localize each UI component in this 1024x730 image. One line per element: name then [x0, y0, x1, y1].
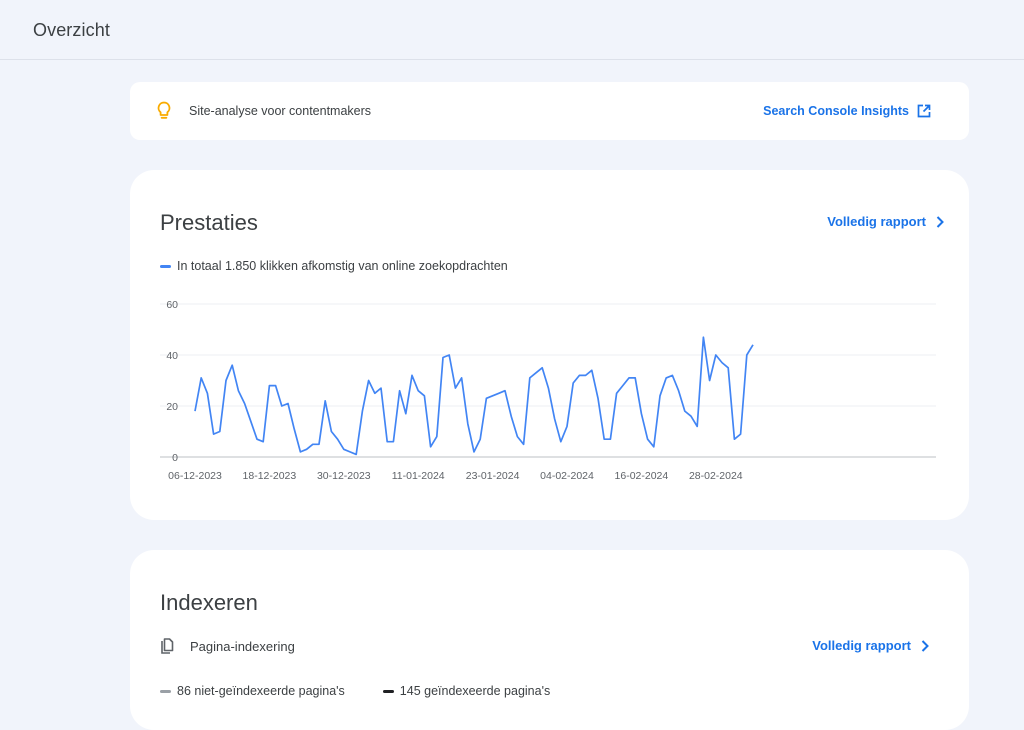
- not-indexed-swatch: [160, 689, 171, 693]
- indexing-legend: 86 niet-geïndexeerde pagina's 145 geïnde…: [160, 684, 550, 698]
- page-indexing-label: Pagina-indexering: [190, 639, 295, 654]
- x-tick-label: 11-01-2024: [392, 470, 445, 482]
- lightbulb-icon: [157, 101, 171, 126]
- performance-full-report-label: Volledig rapport: [827, 214, 926, 229]
- y-tick-label: 40: [166, 350, 178, 362]
- chevron-right-icon: [921, 639, 929, 652]
- indexing-title: Indexeren: [160, 590, 258, 615]
- page-header: Overzicht: [0, 0, 1024, 60]
- indexed-label: 145 geïndexeerde pagina's: [399, 684, 551, 698]
- clicks-legend-swatch: [160, 264, 171, 268]
- not-indexed-label: 86 niet-geïndexeerde pagina's: [177, 684, 345, 698]
- search-console-insights-label: Search Console Insights: [763, 104, 909, 118]
- x-tick-label: 06-12-2023: [168, 470, 222, 482]
- insights-description: Site-analyse voor contentmakers: [189, 104, 372, 118]
- file-copy-icon: [161, 638, 174, 654]
- performance-legend: In totaal 1.850 klikken afkomstig van on…: [160, 259, 508, 273]
- page-indexing-row: Pagina-indexering: [160, 638, 295, 655]
- indexing-full-report-link[interactable]: Volledig rapport: [812, 638, 929, 653]
- page-title: Overzicht: [33, 20, 110, 40]
- search-console-insights-link[interactable]: Search Console Insights: [763, 104, 931, 118]
- not-indexed-legend-item: 86 niet-geïndexeerde pagina's: [160, 684, 345, 698]
- clicks-line-chart: 0 20 40 60 06-12-2023 18-12-2023 30-12-2023 11-…: [160, 299, 936, 482]
- clicks-legend-label: In totaal 1.850 klikken afkomstig van on…: [177, 259, 508, 273]
- y-tick-label: 0: [172, 452, 178, 464]
- y-tick-label: 60: [166, 299, 178, 311]
- x-tick-label: 18-12-2023: [243, 470, 297, 482]
- chevron-right-icon: [936, 215, 944, 228]
- indexed-legend-item: 145 geïndexeerde pagina's: [382, 684, 551, 698]
- performance-full-report-link[interactable]: Volledig rapport: [827, 214, 944, 229]
- x-tick-label: 04-02-2024: [540, 470, 594, 482]
- performance-title: Prestaties: [160, 210, 258, 235]
- y-tick-label: 20: [166, 401, 178, 413]
- x-tick-label: 16-02-2024: [615, 470, 669, 482]
- indexing-card: Indexeren Pagina-indexering Volledig rap…: [130, 550, 969, 730]
- open-in-new-icon: [917, 104, 931, 118]
- x-tick-label: 30-12-2023: [317, 470, 371, 482]
- indexing-full-report-label: Volledig rapport: [812, 638, 911, 653]
- x-tick-label: 28-02-2024: [689, 470, 743, 482]
- performance-card: Prestaties Volledig rapport In totaal 1.…: [130, 170, 969, 520]
- insights-banner: Site-analyse voor contentmakers Search C…: [130, 82, 969, 140]
- indexed-swatch: [382, 689, 394, 693]
- x-tick-label: 23-01-2024: [466, 470, 520, 482]
